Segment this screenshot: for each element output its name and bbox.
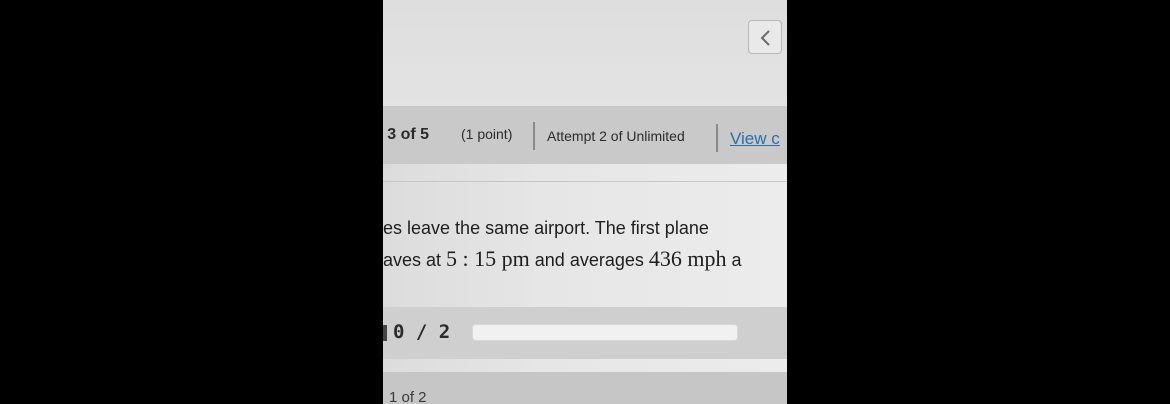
top-area [383, 0, 787, 106]
question-header: n 3 of 5 (1 point) Attempt 2 of Unlimite… [383, 106, 787, 164]
question-text: eaves at [383, 250, 442, 270]
header-separator [716, 124, 718, 152]
question-text: and averages [529, 250, 649, 270]
question-text-line-1: nes leave the same airport. The first pl… [383, 218, 709, 238]
score-marker [383, 325, 387, 341]
view-link[interactable]: View c [730, 129, 780, 149]
part-label: 1 of 2 [389, 389, 427, 404]
score-bar: 0 / 2 [383, 307, 787, 359]
question-text: a [726, 250, 742, 270]
score-progress-bar [472, 324, 738, 341]
part-bar: 1 of 2 [383, 372, 787, 404]
header-separator [533, 122, 535, 150]
screen-photo: n 3 of 5 (1 point) Attempt 2 of Unlimite… [383, 0, 787, 404]
plane-speed: 436 mph [648, 246, 727, 271]
question-text-line-2: eaves at 5 : 15 pm and averages 436 mph … [383, 246, 742, 272]
chevron-left-icon [760, 30, 770, 46]
attempt-info: Attempt 2 of Unlimited [547, 128, 685, 144]
question-number: n 3 of 5 [383, 126, 430, 143]
score-text: 0 / 2 [393, 321, 451, 343]
question-points: (1 point) [461, 126, 513, 142]
back-button[interactable] [748, 20, 782, 54]
departure-time: 5 : 15 pm [446, 246, 530, 271]
divider [383, 181, 787, 182]
